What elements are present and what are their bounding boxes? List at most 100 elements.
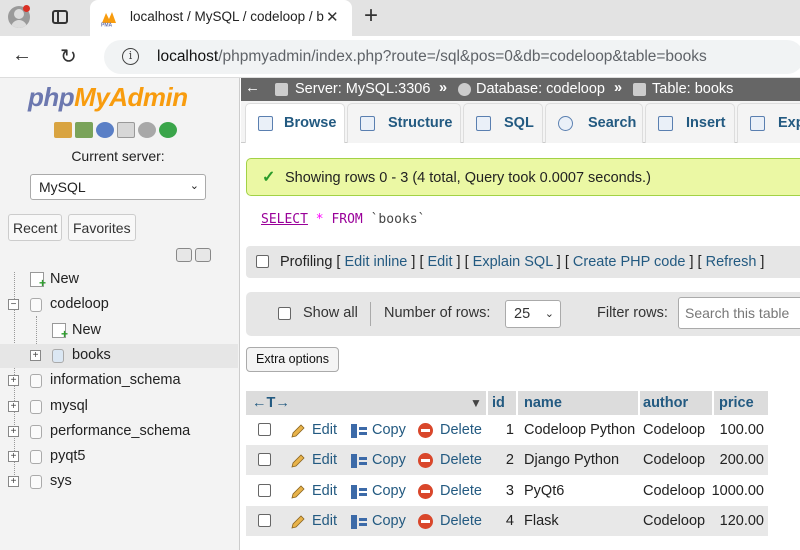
delete-link[interactable]: Delete xyxy=(440,422,482,438)
cell-id[interactable]: 3 xyxy=(506,483,514,499)
favorites-button[interactable]: Favorites xyxy=(68,214,136,241)
number-of-rows-select[interactable]: 25 ⌄ xyxy=(505,300,561,328)
tab-export[interactable]: Exp xyxy=(737,103,800,143)
tab-insert[interactable]: Insert xyxy=(645,103,735,143)
row-checkbox[interactable] xyxy=(258,513,271,527)
cell-price[interactable]: 120.00 xyxy=(720,513,764,529)
cell-author[interactable]: Codeloop xyxy=(643,452,705,468)
cell-name[interactable]: Django Python xyxy=(524,452,619,468)
create-php-code-link[interactable]: Create PHP code xyxy=(573,254,686,270)
copy-link[interactable]: Copy xyxy=(372,483,406,499)
settings-gear-icon[interactable] xyxy=(138,122,156,138)
cell-price[interactable]: 200.00 xyxy=(720,452,764,468)
docs-icon[interactable] xyxy=(117,122,135,138)
new-tab-icon[interactable]: + xyxy=(364,4,378,28)
tree-item-sys[interactable]: + sys xyxy=(0,470,238,494)
edit-link[interactable]: Edit xyxy=(428,254,453,270)
column-header-name[interactable]: name xyxy=(518,391,638,415)
tree-item-New[interactable]: New xyxy=(0,319,238,343)
edit-link[interactable]: Edit xyxy=(312,452,337,468)
tree-item-codeloop[interactable]: − codeloop xyxy=(0,293,238,317)
expand-icon[interactable]: + xyxy=(8,425,19,437)
cell-author[interactable]: Codeloop xyxy=(643,422,705,438)
table-icon xyxy=(52,348,64,363)
edit-link[interactable]: Edit xyxy=(312,513,337,529)
expand-icon[interactable]: + xyxy=(30,349,41,361)
tab-sql[interactable]: SQL xyxy=(463,103,543,143)
delete-link[interactable]: Delete xyxy=(440,483,482,499)
server-select[interactable]: MySQL ⌄ xyxy=(30,174,206,200)
logout-icon[interactable] xyxy=(75,122,93,138)
breadcrumb-separator: » xyxy=(439,80,448,96)
edit-link[interactable]: Edit xyxy=(312,483,337,499)
edit-inline-link[interactable]: Edit inline xyxy=(344,254,407,270)
edit-link[interactable]: Edit xyxy=(312,422,337,438)
column-header-id[interactable]: id xyxy=(488,391,516,415)
site-info-icon[interactable]: i xyxy=(122,48,139,65)
cell-id[interactable]: 2 xyxy=(506,452,514,468)
column-header-price[interactable]: price xyxy=(714,391,768,415)
cell-name[interactable]: Flask xyxy=(524,513,559,529)
profiling-checkbox[interactable] xyxy=(256,255,269,268)
tab-search[interactable]: Search xyxy=(545,103,643,143)
cell-author[interactable]: Codeloop xyxy=(643,483,705,499)
copy-link[interactable]: Copy xyxy=(372,452,406,468)
tree-item-books[interactable]: + books xyxy=(0,343,238,368)
row-checkbox[interactable] xyxy=(258,423,271,436)
cell-name[interactable]: PyQt6 xyxy=(524,483,564,499)
tree-item-pyqt5[interactable]: + pyqt5 xyxy=(0,445,238,469)
tab-actions-icon[interactable] xyxy=(52,10,68,24)
refresh-link[interactable]: Refresh xyxy=(706,254,757,270)
browser-tab[interactable]: PMA localhost / MySQL / codeloop / b ✕ xyxy=(90,0,352,36)
expand-icon[interactable]: + xyxy=(8,476,19,488)
tab-sql-label: SQL xyxy=(504,115,534,131)
cell-price[interactable]: 1000.00 xyxy=(712,483,764,499)
link-icon[interactable] xyxy=(195,248,211,262)
expand-icon[interactable]: + xyxy=(8,400,19,412)
show-all-checkbox[interactable] xyxy=(278,307,291,320)
sql-select-keyword[interactable]: SELECT xyxy=(261,212,308,227)
tree-item-label: pyqt5 xyxy=(50,448,86,465)
reload-nav-icon[interactable] xyxy=(159,122,177,138)
phpmyadmin-logo[interactable]: phpMyAdmin xyxy=(28,82,188,113)
quick-icons xyxy=(54,122,177,138)
tree-item-information-schema[interactable]: + information_schema xyxy=(0,369,238,393)
breadcrumb-server[interactable]: Server: MySQL:3306 xyxy=(295,81,430,97)
cell-id[interactable]: 4 xyxy=(506,513,514,529)
extra-options-button[interactable]: Extra options xyxy=(246,347,339,372)
column-header-author[interactable]: author xyxy=(640,391,712,415)
breadcrumb-database[interactable]: Database: codeloop xyxy=(476,81,605,97)
close-tab-icon[interactable]: ✕ xyxy=(326,8,339,26)
delete-link[interactable]: Delete xyxy=(440,513,482,529)
tab-structure[interactable]: Structure xyxy=(347,103,461,143)
cell-price[interactable]: 100.00 xyxy=(720,422,764,438)
url-field[interactable]: i localhost/phpmyadmin/index.php?route=/… xyxy=(104,40,800,74)
tab-browse[interactable]: Browse xyxy=(245,103,345,143)
sort-dropdown-icon[interactable]: ▼ xyxy=(470,396,482,410)
collapse-all-icon[interactable] xyxy=(176,248,192,262)
tree-item-performance-schema[interactable]: + performance_schema xyxy=(0,420,238,444)
copy-link[interactable]: Copy xyxy=(372,513,406,529)
expand-icon[interactable]: + xyxy=(8,375,19,387)
help-icon[interactable] xyxy=(96,122,114,138)
cell-name[interactable]: Codeloop Python xyxy=(524,422,635,438)
row-checkbox[interactable] xyxy=(258,453,271,467)
recent-button[interactable]: Recent xyxy=(8,214,63,241)
delete-link[interactable]: Delete xyxy=(440,452,482,468)
back-arrow-icon[interactable]: ← xyxy=(12,44,32,67)
reload-icon[interactable]: ↻ xyxy=(60,44,77,69)
collapse-left-arrow-icon[interactable]: ← xyxy=(245,79,260,96)
sort-arrows-icon[interactable]: ←T→ xyxy=(252,395,290,411)
home-icon[interactable] xyxy=(54,122,72,138)
expand-icon[interactable]: + xyxy=(8,451,19,463)
copy-link[interactable]: Copy xyxy=(372,422,406,438)
row-checkbox[interactable] xyxy=(258,483,271,497)
cell-author[interactable]: Codeloop xyxy=(643,513,705,529)
breadcrumb-table[interactable]: Table: books xyxy=(652,81,733,97)
tree-item-mysql[interactable]: + mysql xyxy=(0,395,238,419)
filter-rows-input[interactable]: Search this table xyxy=(678,297,800,329)
cell-id[interactable]: 1 xyxy=(506,422,514,438)
tree-item-New[interactable]: New xyxy=(0,268,238,292)
explain-sql-link[interactable]: Explain SQL xyxy=(473,254,553,270)
collapse-icon[interactable]: − xyxy=(8,299,19,311)
